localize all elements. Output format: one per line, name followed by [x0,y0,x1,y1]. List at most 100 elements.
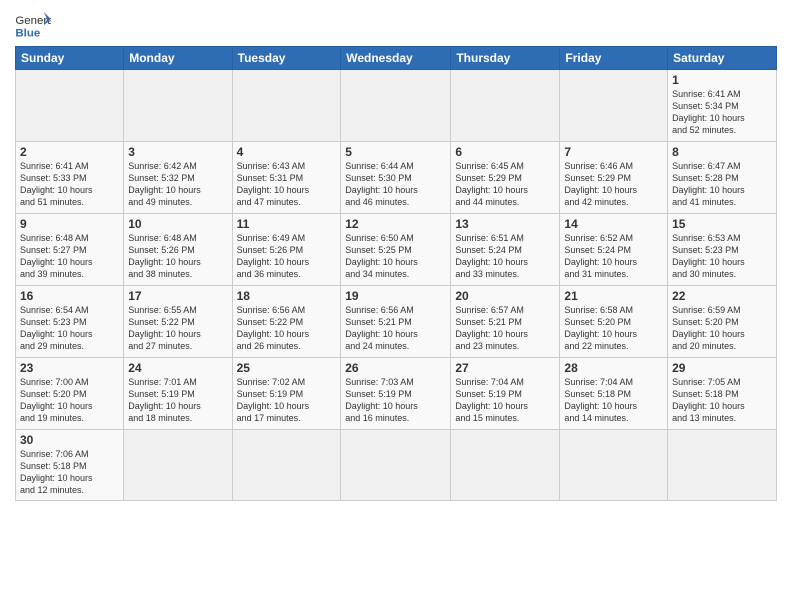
day-info: Sunrise: 6:48 AM Sunset: 5:27 PM Dayligh… [20,232,119,281]
calendar-week-row-3: 9Sunrise: 6:48 AM Sunset: 5:27 PM Daylig… [16,214,777,286]
calendar-cell-empty [341,70,451,142]
calendar-cell-empty [451,430,560,501]
calendar-cell-11: 11Sunrise: 6:49 AM Sunset: 5:26 PM Dayli… [232,214,341,286]
calendar-cell-empty [124,430,232,501]
calendar-cell-22: 22Sunrise: 6:59 AM Sunset: 5:20 PM Dayli… [668,286,777,358]
calendar-cell-17: 17Sunrise: 6:55 AM Sunset: 5:22 PM Dayli… [124,286,232,358]
day-number: 5 [345,145,446,159]
day-info: Sunrise: 6:42 AM Sunset: 5:32 PM Dayligh… [128,160,227,209]
day-number: 9 [20,217,119,231]
day-info: Sunrise: 6:51 AM Sunset: 5:24 PM Dayligh… [455,232,555,281]
day-info: Sunrise: 6:41 AM Sunset: 5:34 PM Dayligh… [672,88,772,137]
day-number: 11 [237,217,337,231]
calendar-cell-20: 20Sunrise: 6:57 AM Sunset: 5:21 PM Dayli… [451,286,560,358]
day-info: Sunrise: 6:50 AM Sunset: 5:25 PM Dayligh… [345,232,446,281]
day-info: Sunrise: 6:53 AM Sunset: 5:23 PM Dayligh… [672,232,772,281]
day-number: 2 [20,145,119,159]
day-info: Sunrise: 7:02 AM Sunset: 5:19 PM Dayligh… [237,376,337,425]
day-number: 13 [455,217,555,231]
weekday-header-saturday: Saturday [668,47,777,70]
calendar-cell-5: 5Sunrise: 6:44 AM Sunset: 5:30 PM Daylig… [341,142,451,214]
calendar-cell-28: 28Sunrise: 7:04 AM Sunset: 5:18 PM Dayli… [560,358,668,430]
day-info: Sunrise: 6:56 AM Sunset: 5:21 PM Dayligh… [345,304,446,353]
calendar-cell-12: 12Sunrise: 6:50 AM Sunset: 5:25 PM Dayli… [341,214,451,286]
day-number: 20 [455,289,555,303]
calendar-cell-29: 29Sunrise: 7:05 AM Sunset: 5:18 PM Dayli… [668,358,777,430]
day-number: 1 [672,73,772,87]
calendar-cell-7: 7Sunrise: 6:46 AM Sunset: 5:29 PM Daylig… [560,142,668,214]
calendar-cell-26: 26Sunrise: 7:03 AM Sunset: 5:19 PM Dayli… [341,358,451,430]
day-number: 4 [237,145,337,159]
svg-text:General: General [15,15,51,27]
day-info: Sunrise: 6:45 AM Sunset: 5:29 PM Dayligh… [455,160,555,209]
calendar-cell-13: 13Sunrise: 6:51 AM Sunset: 5:24 PM Dayli… [451,214,560,286]
calendar-cell-empty [668,430,777,501]
day-number: 10 [128,217,227,231]
calendar-week-row-6: 30Sunrise: 7:06 AM Sunset: 5:18 PM Dayli… [16,430,777,501]
day-number: 3 [128,145,227,159]
day-number: 28 [564,361,663,375]
calendar-cell-6: 6Sunrise: 6:45 AM Sunset: 5:29 PM Daylig… [451,142,560,214]
day-info: Sunrise: 6:49 AM Sunset: 5:26 PM Dayligh… [237,232,337,281]
day-number: 23 [20,361,119,375]
day-number: 25 [237,361,337,375]
day-number: 17 [128,289,227,303]
calendar-cell-1: 1Sunrise: 6:41 AM Sunset: 5:34 PM Daylig… [668,70,777,142]
calendar-cell-27: 27Sunrise: 7:04 AM Sunset: 5:19 PM Dayli… [451,358,560,430]
day-number: 21 [564,289,663,303]
calendar-cell-empty [560,70,668,142]
calendar-cell-9: 9Sunrise: 6:48 AM Sunset: 5:27 PM Daylig… [16,214,124,286]
weekday-header-row: SundayMondayTuesdayWednesdayThursdayFrid… [16,47,777,70]
day-info: Sunrise: 6:52 AM Sunset: 5:24 PM Dayligh… [564,232,663,281]
calendar-cell-19: 19Sunrise: 6:56 AM Sunset: 5:21 PM Dayli… [341,286,451,358]
calendar-cell-empty [560,430,668,501]
day-info: Sunrise: 7:00 AM Sunset: 5:20 PM Dayligh… [20,376,119,425]
day-number: 14 [564,217,663,231]
day-number: 26 [345,361,446,375]
calendar-cell-empty [124,70,232,142]
day-number: 29 [672,361,772,375]
day-info: Sunrise: 6:48 AM Sunset: 5:26 PM Dayligh… [128,232,227,281]
day-info: Sunrise: 6:46 AM Sunset: 5:29 PM Dayligh… [564,160,663,209]
calendar-cell-24: 24Sunrise: 7:01 AM Sunset: 5:19 PM Dayli… [124,358,232,430]
day-number: 7 [564,145,663,159]
day-info: Sunrise: 7:04 AM Sunset: 5:19 PM Dayligh… [455,376,555,425]
calendar-cell-8: 8Sunrise: 6:47 AM Sunset: 5:28 PM Daylig… [668,142,777,214]
calendar-cell-4: 4Sunrise: 6:43 AM Sunset: 5:31 PM Daylig… [232,142,341,214]
day-info: Sunrise: 6:55 AM Sunset: 5:22 PM Dayligh… [128,304,227,353]
weekday-header-tuesday: Tuesday [232,47,341,70]
weekday-header-thursday: Thursday [451,47,560,70]
day-number: 8 [672,145,772,159]
day-info: Sunrise: 6:41 AM Sunset: 5:33 PM Dayligh… [20,160,119,209]
day-info: Sunrise: 6:54 AM Sunset: 5:23 PM Dayligh… [20,304,119,353]
header: General Blue [15,10,777,40]
calendar-week-row-2: 2Sunrise: 6:41 AM Sunset: 5:33 PM Daylig… [16,142,777,214]
day-info: Sunrise: 7:03 AM Sunset: 5:19 PM Dayligh… [345,376,446,425]
day-info: Sunrise: 7:05 AM Sunset: 5:18 PM Dayligh… [672,376,772,425]
calendar-cell-21: 21Sunrise: 6:58 AM Sunset: 5:20 PM Dayli… [560,286,668,358]
day-info: Sunrise: 6:44 AM Sunset: 5:30 PM Dayligh… [345,160,446,209]
calendar-week-row-1: 1Sunrise: 6:41 AM Sunset: 5:34 PM Daylig… [16,70,777,142]
day-info: Sunrise: 6:43 AM Sunset: 5:31 PM Dayligh… [237,160,337,209]
day-number: 22 [672,289,772,303]
calendar-cell-empty [232,70,341,142]
svg-text:Blue: Blue [15,27,40,39]
day-info: Sunrise: 6:57 AM Sunset: 5:21 PM Dayligh… [455,304,555,353]
calendar-table: SundayMondayTuesdayWednesdayThursdayFrid… [15,46,777,501]
weekday-header-wednesday: Wednesday [341,47,451,70]
calendar-cell-empty [451,70,560,142]
day-info: Sunrise: 6:56 AM Sunset: 5:22 PM Dayligh… [237,304,337,353]
day-info: Sunrise: 7:04 AM Sunset: 5:18 PM Dayligh… [564,376,663,425]
calendar-week-row-5: 23Sunrise: 7:00 AM Sunset: 5:20 PM Dayli… [16,358,777,430]
weekday-header-sunday: Sunday [16,47,124,70]
day-info: Sunrise: 7:06 AM Sunset: 5:18 PM Dayligh… [20,448,119,497]
calendar-cell-empty [16,70,124,142]
day-info: Sunrise: 6:59 AM Sunset: 5:20 PM Dayligh… [672,304,772,353]
calendar-cell-3: 3Sunrise: 6:42 AM Sunset: 5:32 PM Daylig… [124,142,232,214]
weekday-header-monday: Monday [124,47,232,70]
day-number: 16 [20,289,119,303]
day-number: 12 [345,217,446,231]
day-number: 24 [128,361,227,375]
calendar-week-row-4: 16Sunrise: 6:54 AM Sunset: 5:23 PM Dayli… [16,286,777,358]
day-number: 15 [672,217,772,231]
